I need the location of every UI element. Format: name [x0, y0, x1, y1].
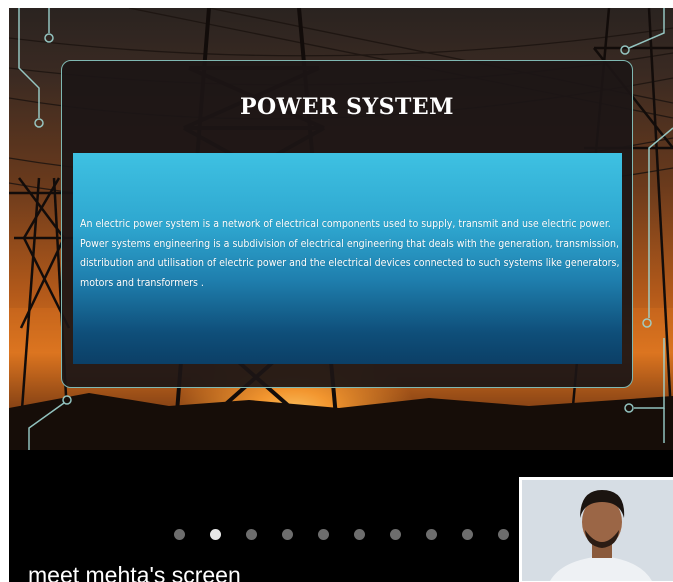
slide-content-card: POWER SYSTEM An electric power system is…: [61, 60, 633, 388]
carousel-dot[interactable]: [174, 528, 185, 540]
participant-avatar: [522, 480, 673, 581]
carousel-dot[interactable]: [210, 528, 221, 540]
carousel-dot[interactable]: [282, 528, 293, 540]
carousel-dot[interactable]: [354, 528, 365, 540]
screen-share-carousel-dots: [174, 527, 524, 541]
screen-owner-label: meet mehta's screen: [28, 562, 241, 582]
carousel-dot[interactable]: [390, 528, 401, 540]
shared-slide: POWER SYSTEM An electric power system is…: [9, 8, 673, 450]
slide-title: POWER SYSTEM: [239, 94, 455, 120]
carousel-dot[interactable]: [246, 528, 257, 540]
participant-tile[interactable]: [519, 477, 673, 582]
meeting-stage: POWER SYSTEM An electric power system is…: [9, 8, 673, 582]
carousel-dot[interactable]: [318, 528, 329, 540]
slide-text-panel: An electric power system is a network of…: [73, 153, 622, 364]
participant-video: [522, 480, 673, 581]
slide-body-text: An electric power system is a network of…: [80, 218, 620, 289]
carousel-dot[interactable]: [462, 528, 473, 540]
carousel-dot[interactable]: [498, 528, 509, 540]
carousel-dot[interactable]: [426, 528, 437, 540]
